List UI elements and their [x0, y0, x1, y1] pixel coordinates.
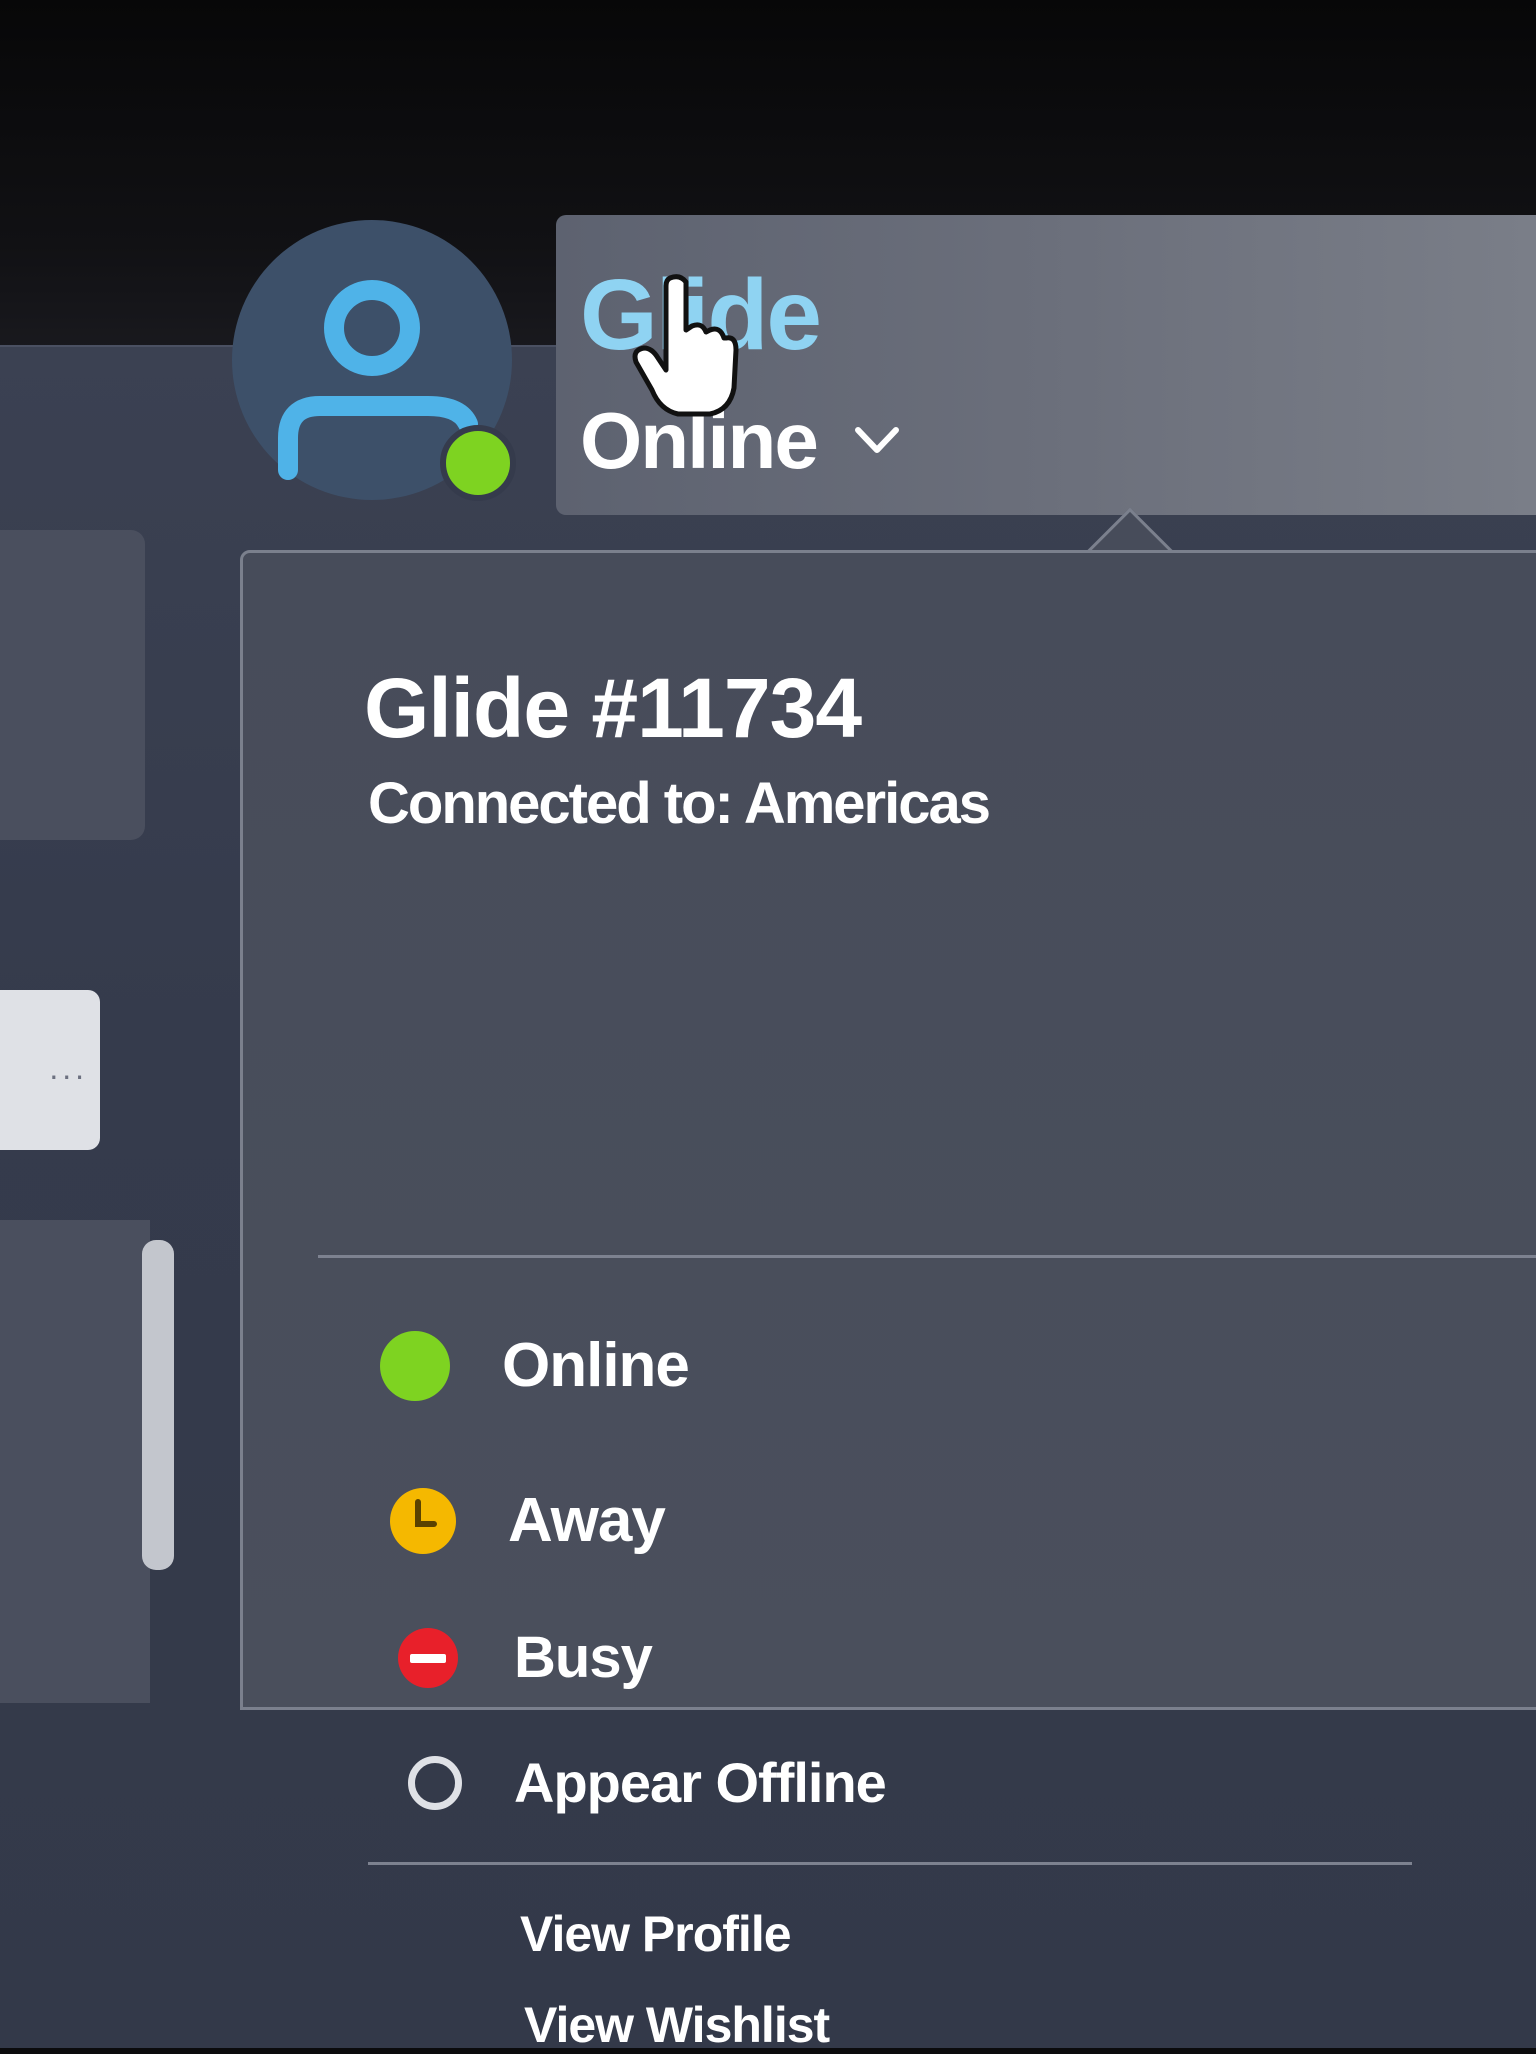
- menu-divider: [368, 1862, 1412, 1865]
- left-side-panel: [0, 530, 145, 840]
- left-side-input-text: ...: [49, 1050, 88, 1086]
- status-option-label: Busy: [514, 1625, 653, 1690]
- menu-divider: [318, 1255, 1536, 1258]
- status-option-label: Appear Offline: [514, 1751, 887, 1814]
- scrollbar-thumb[interactable]: [142, 1240, 174, 1570]
- left-side-input[interactable]: ...: [0, 990, 100, 1150]
- status-option-away[interactable]: Away: [388, 1485, 666, 1556]
- online-dot-icon: [380, 1330, 450, 1401]
- status-option-label: Away: [508, 1486, 666, 1555]
- view-wishlist-link[interactable]: View Wishlist: [524, 1996, 830, 2054]
- status-option-online[interactable]: Online: [380, 1330, 690, 1401]
- offline-ring-icon: [408, 1755, 462, 1810]
- online-status-dot-icon: [440, 425, 516, 501]
- away-clock-icon: [390, 1487, 456, 1554]
- view-profile-link[interactable]: View Profile: [520, 1905, 792, 1963]
- left-side-list: [0, 1220, 150, 1703]
- pointer-cursor-icon: [632, 274, 739, 417]
- account-title: Glide #11734: [364, 661, 862, 755]
- status-option-appear-offline[interactable]: Appear Offline: [408, 1750, 887, 1815]
- status-option-label: Online: [502, 1331, 690, 1400]
- region-label: Connected to: Americas: [368, 771, 991, 836]
- busy-minus-icon: [398, 1627, 458, 1688]
- status-option-busy[interactable]: Busy: [396, 1624, 653, 1691]
- chevron-down-icon[interactable]: [852, 420, 902, 460]
